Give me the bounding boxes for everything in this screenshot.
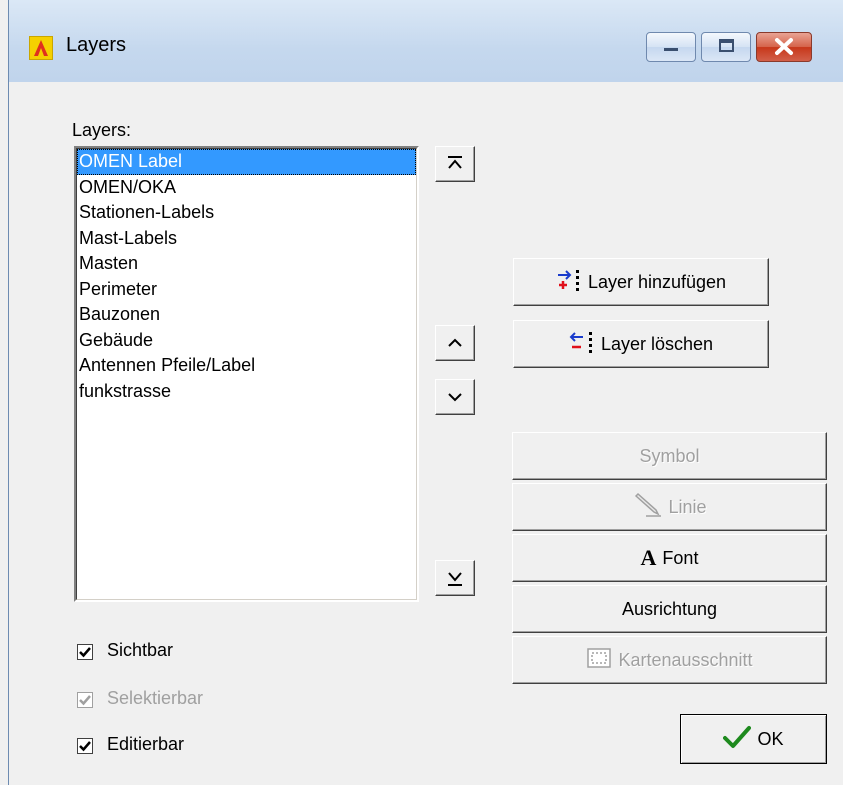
move-up-button[interactable] bbox=[435, 325, 475, 361]
ok-button[interactable]: OK bbox=[680, 714, 827, 764]
layer-item[interactable]: OMEN Label bbox=[77, 149, 416, 175]
layer-item[interactable]: Antennen Pfeile/Label bbox=[77, 353, 416, 379]
visible-checkbox[interactable] bbox=[77, 644, 93, 660]
layer-item[interactable]: Bauzonen bbox=[77, 302, 416, 328]
layers-dialog: Layers Layers: OMEN Label OMEN/OKA Station… bbox=[8, 0, 843, 785]
layer-item[interactable]: Stationen-Labels bbox=[77, 200, 416, 226]
app-icon bbox=[29, 36, 53, 60]
layer-item[interactable]: Perimeter bbox=[77, 277, 416, 303]
layer-item[interactable]: funkstrasse bbox=[77, 379, 416, 405]
map-extent-icon bbox=[586, 647, 612, 674]
layer-item[interactable]: Gebäude bbox=[77, 328, 416, 354]
layer-item[interactable]: Masten bbox=[77, 251, 416, 277]
title-bar[interactable]: Layers bbox=[9, 0, 843, 82]
move-to-bottom-icon bbox=[448, 572, 462, 586]
pencil-icon bbox=[632, 492, 662, 523]
delete-layer-button[interactable]: Layer löschen bbox=[513, 320, 769, 368]
selectable-checkbox bbox=[77, 692, 93, 708]
alignment-button[interactable]: Ausrichtung bbox=[512, 585, 827, 633]
minimize-button[interactable] bbox=[646, 32, 696, 62]
ok-label: OK bbox=[757, 728, 784, 749]
add-layer-label: Layer hinzufügen bbox=[587, 271, 727, 292]
layer-item[interactable]: OMEN/OKA bbox=[77, 175, 416, 201]
layers-list: OMEN Label OMEN/OKA Stationen-Labels Mast-L… bbox=[76, 148, 417, 600]
layer-item[interactable]: Mast-Labels bbox=[77, 226, 416, 252]
dialog-body: Layers: OMEN Label OMEN/OKA Stationen-Labe… bbox=[9, 82, 843, 785]
font-button[interactable]: A Font bbox=[512, 534, 827, 582]
maximize-button[interactable] bbox=[701, 32, 751, 62]
add-layer-icon bbox=[556, 269, 582, 296]
add-layer-button[interactable]: Layer hinzufügen bbox=[513, 258, 769, 306]
selectable-label: Selektierbar bbox=[107, 688, 204, 708]
checkmark-icon bbox=[79, 647, 91, 658]
line-label: Linie bbox=[668, 496, 707, 517]
font-label: Font bbox=[662, 547, 699, 568]
symbol-button[interactable]: Symbol bbox=[512, 432, 827, 480]
map-extent-label: Kartenausschnitt bbox=[618, 649, 753, 670]
editable-checkbox[interactable] bbox=[77, 738, 93, 754]
delete-layer-label: Layer löschen bbox=[600, 333, 714, 354]
map-extent-button[interactable]: Kartenausschnitt bbox=[512, 636, 827, 684]
delete-layer-icon bbox=[569, 331, 595, 358]
close-button[interactable] bbox=[756, 32, 812, 62]
move-down-button[interactable] bbox=[435, 379, 475, 415]
move-to-bottom-button[interactable] bbox=[435, 560, 475, 596]
editable-label: Editierbar bbox=[107, 734, 185, 754]
checkmark-icon bbox=[79, 741, 91, 752]
alignment-label: Ausrichtung bbox=[621, 598, 718, 619]
visible-label: Sichtbar bbox=[107, 640, 174, 660]
symbol-label: Symbol bbox=[639, 445, 700, 466]
chevron-up-icon bbox=[448, 338, 462, 347]
checkmark-icon bbox=[79, 695, 91, 706]
window-title: Layers bbox=[66, 34, 127, 56]
chevron-down-icon bbox=[448, 393, 462, 402]
move-to-top-icon bbox=[448, 156, 462, 169]
layers-label: Layers: bbox=[72, 120, 132, 140]
font-icon: A bbox=[640, 545, 657, 570]
layers-listbox[interactable]: OMEN Label OMEN/OKA Stationen-Labels Mast-L… bbox=[74, 146, 419, 602]
line-button[interactable]: Linie bbox=[512, 483, 827, 531]
move-to-top-button[interactable] bbox=[435, 146, 475, 182]
checkmark-icon bbox=[723, 725, 752, 754]
